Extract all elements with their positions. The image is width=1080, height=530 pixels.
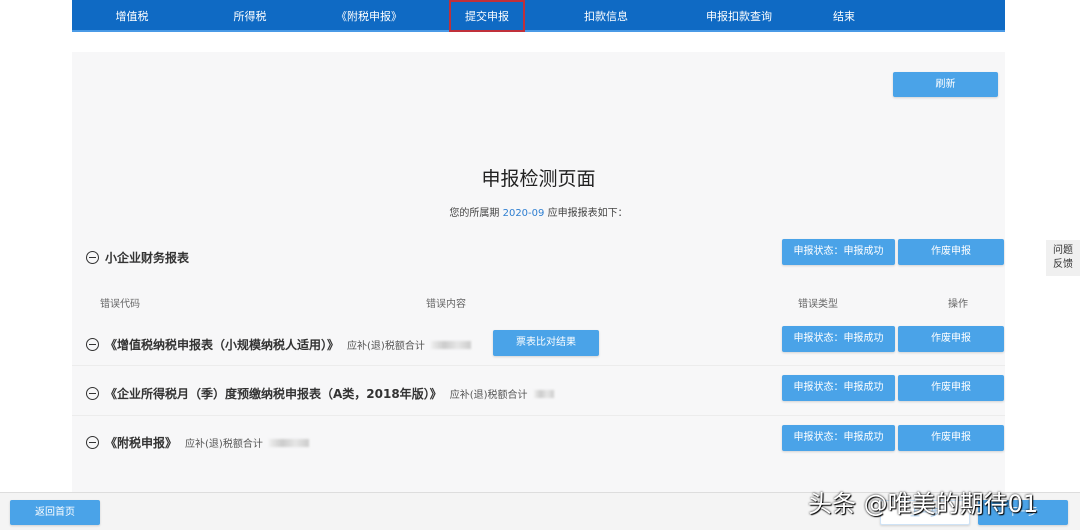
status-button[interactable]: 申报状态：申报成功 <box>782 239 895 265</box>
amount-label: 应补(退)税额合计 <box>185 439 263 450</box>
row-name: 《增值税纳税申报表（小规模纳税人适用）》 <box>105 338 340 352</box>
section-title: 小企业财务报表 <box>105 251 190 265</box>
top-nav: 增值税 所得税 《附税申报》 提交申报 扣款信息 申报扣款查询 结束 <box>72 0 1005 32</box>
header-type: 错误类型 <box>798 299 838 310</box>
void-button[interactable]: 作废申报 <box>898 425 1004 451</box>
main-panel: 刷新 申报检测页面 您的所属期 2020-09 应申报报表如下： 小企业财务报表… <box>72 52 1005 492</box>
void-button[interactable]: 作废申报 <box>898 326 1004 352</box>
void-button[interactable]: 作废申报 <box>898 239 1004 265</box>
table-row: 《附税申报》 应补(退)税额合计 <box>86 434 309 451</box>
period-text: 您的所属期 2020-09 应申报报表如下： <box>72 204 1005 219</box>
status-button[interactable]: 申报状态：申报成功 <box>782 375 895 401</box>
divider <box>72 365 1005 366</box>
collapse-icon[interactable] <box>86 338 99 351</box>
table-row: 《企业所得税月（季）度预缴纳税申报表（A类，2018年版）》 应补(退)税额合计 <box>86 385 554 402</box>
status-button[interactable]: 申报状态：申报成功 <box>782 326 895 352</box>
compare-result-button[interactable]: 票表比对结果 <box>493 330 599 356</box>
period-value: 2020-09 <box>502 208 545 219</box>
page-title: 申报检测页面 <box>481 168 596 190</box>
divider <box>72 415 1005 416</box>
header-content: 错误内容 <box>426 299 466 310</box>
feedback-line1: 问题 <box>1053 245 1073 256</box>
feedback-button[interactable]: 问题 反馈 <box>1046 240 1080 276</box>
status-button[interactable]: 申报状态：申报成功 <box>782 425 895 451</box>
period-prefix: 您的所属期 <box>449 208 500 219</box>
feedback-line2: 反馈 <box>1053 259 1073 270</box>
row-name: 《附税申报》 <box>105 436 178 450</box>
collapse-icon[interactable] <box>86 436 99 449</box>
header-code: 错误代码 <box>100 299 140 310</box>
section-small-enterprise: 小企业财务报表 <box>86 249 189 266</box>
watermark: 头条 @唯美的期待01 <box>808 490 1039 518</box>
collapse-icon[interactable] <box>86 251 99 264</box>
header-op: 操作 <box>948 299 968 310</box>
nav-surtax[interactable]: 《附税申报》 <box>322 0 416 32</box>
row-name: 《企业所得税月（季）度预缴纳税申报表（A类，2018年版）》 <box>105 387 442 401</box>
amount-label: 应补(退)税额合计 <box>347 341 425 352</box>
table-row: 《增值税纳税申报表（小规模纳税人适用）》 应补(退)税额合计 <box>86 336 471 353</box>
amount-label: 应补(退)税额合计 <box>449 390 528 401</box>
void-button[interactable]: 作废申报 <box>898 375 1004 401</box>
nav-income-tax[interactable]: 所得税 <box>220 0 281 32</box>
refresh-button[interactable]: 刷新 <box>893 72 998 97</box>
home-button[interactable]: 返回首页 <box>10 500 100 525</box>
blurred-amount <box>533 389 554 398</box>
nav-submit[interactable]: 提交申报 <box>449 0 525 32</box>
blurred-amount <box>268 438 309 447</box>
nav-deduction-info[interactable]: 扣款信息 <box>570 0 642 32</box>
nav-query[interactable]: 申报扣款查询 <box>692 0 786 32</box>
collapse-icon[interactable] <box>86 387 99 400</box>
period-suffix: 应申报报表如下： <box>547 208 628 219</box>
blurred-amount <box>430 340 471 349</box>
nav-end[interactable]: 结束 <box>819 0 869 32</box>
nav-vat[interactable]: 增值税 <box>102 0 163 32</box>
